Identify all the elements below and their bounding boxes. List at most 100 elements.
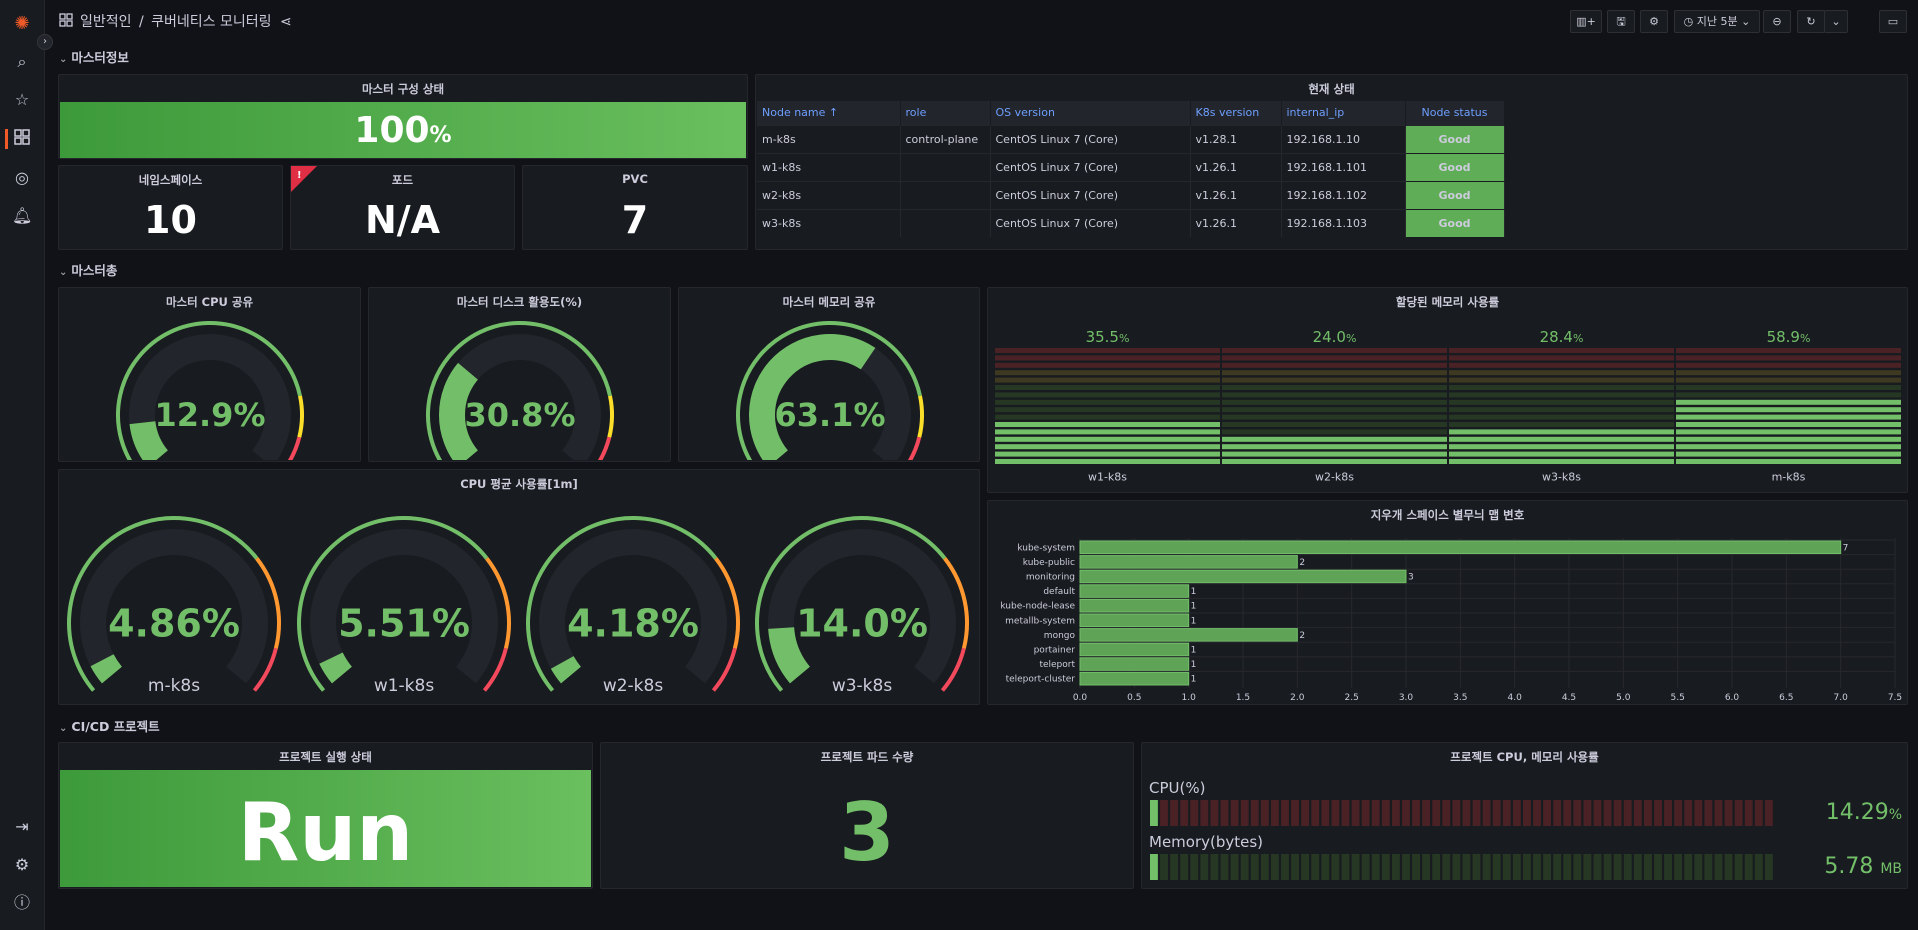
lcd-cell — [1764, 800, 1773, 826]
cell-role: control-plane — [900, 124, 991, 153]
lcd-cell — [1654, 854, 1662, 880]
explore-compass-icon[interactable]: ◎ — [12, 168, 32, 188]
lcd-cell — [1321, 854, 1330, 880]
panel-master-cpu[interactable]: 마스터 CPU 공유 12.9% — [58, 287, 361, 462]
panel-master-status[interactable]: 마스터 구성 상태 100% — [58, 74, 748, 159]
memory-bar-segment — [1222, 436, 1447, 442]
cell-role — [900, 152, 991, 181]
panel-namespace-bar-chart[interactable]: 지우개 스페이스 별무늬 맵 변호 0.0 0.5 1.0 1.5 2.0 2.5 3.0 3… — [987, 500, 1908, 705]
panel-project-run[interactable]: 프로젝트 실행 상태 Run — [58, 742, 593, 889]
memory-bar-name: w3-k8s — [1542, 470, 1581, 483]
row-master-total-title: 마스터총 — [71, 263, 118, 278]
bar-value-label: 1 — [1191, 646, 1197, 656]
memory-bar-segment — [995, 459, 1220, 464]
lcd-cell — [1533, 854, 1541, 880]
gauge-threshold-band — [607, 395, 614, 438]
lcd-cell — [1482, 800, 1491, 826]
cell-k8s-version: v1.26.1 — [1190, 208, 1282, 237]
dashboards-grid-icon — [59, 13, 73, 30]
memory-value-display: 5.78 MB — [1782, 854, 1902, 879]
lcd-cell — [1371, 800, 1380, 826]
memory-bar-segment — [1676, 385, 1901, 390]
lcd-cell — [1442, 800, 1451, 826]
grafana-logo-icon[interactable]: ✺ — [12, 14, 32, 34]
sign-in-icon[interactable]: ⇥ — [12, 817, 32, 837]
cell-node-status: Good — [1404, 124, 1505, 154]
memory-bar-segment — [995, 451, 1220, 457]
gauge-threshold-band — [297, 395, 304, 438]
y-category-label: portainer — [1034, 646, 1076, 656]
lcd-cell — [1603, 854, 1612, 880]
panel-master-disk[interactable]: 마스터 디스크 활용도(%) 30.8% — [368, 287, 671, 462]
memory-bar-segment — [995, 348, 1220, 353]
chevron-down-icon: ⌄ — [59, 267, 68, 278]
memory-bar-segment — [1676, 348, 1901, 353]
lcd-cell — [1150, 854, 1158, 880]
help-icon[interactable]: ⓘ — [12, 893, 32, 913]
panel-project-usage[interactable]: 프로젝트 CPU, 메모리 사용률 CPU(%) 14.29% Memory(b… — [1141, 742, 1908, 889]
memory-bar-segment — [1676, 444, 1901, 450]
panel-namespace[interactable]: 네임스페이스 10 — [58, 165, 283, 250]
panel-project-pods[interactable]: 프로젝트 파드 수량 3 — [600, 742, 1134, 889]
search-icon[interactable]: ⌕ — [12, 52, 32, 72]
row-cicd[interactable]: ⌄ CI/CD 프로젝트 — [59, 716, 160, 735]
star-icon[interactable]: ☆ — [12, 90, 32, 110]
breadcrumb-folder[interactable]: 일반적인 — [80, 14, 132, 30]
memory-bar-segment — [995, 392, 1220, 398]
lcd-cell — [1381, 800, 1390, 826]
memory-bar-segment — [1676, 377, 1901, 383]
breadcrumb-dashboard[interactable]: 쿠버네티스 모니터링 — [151, 14, 271, 30]
panel-master-memory[interactable]: 마스터 메모리 공유 63.1% — [678, 287, 980, 462]
alerting-bell-icon[interactable]: 🔔︎ — [12, 206, 32, 226]
panel-title: 프로젝트 실행 상태 — [279, 750, 372, 764]
bar — [1079, 540, 1842, 555]
x-tick-label: 5.5 — [1671, 693, 1685, 703]
x-tick-label: 1.0 — [1182, 693, 1197, 703]
refresh-interval-chevron-icon[interactable]: ⌄ — [1824, 10, 1848, 33]
column-header-node-status[interactable]: Node status — [1405, 101, 1505, 125]
column-header-internal-ip[interactable]: internal_ip — [1281, 101, 1406, 125]
column-header-os-version[interactable]: OS version — [990, 101, 1191, 125]
panel-allocated-memory[interactable]: 할당된 메모리 사용률 35.5% w1-k8s 24.0% w2-k8s 28.4% w… — [987, 287, 1908, 493]
lcd-cell — [1260, 854, 1269, 880]
memory-bar-segment — [1449, 444, 1674, 450]
lcd-cell — [1462, 800, 1471, 826]
add-panel-button[interactable]: ▥+ — [1570, 10, 1602, 33]
refresh-icon[interactable]: ↻ — [1797, 10, 1825, 33]
tv-mode-icon[interactable]: ▭ — [1879, 10, 1907, 33]
bar-value-label: 2 — [1299, 558, 1305, 568]
panel-pod[interactable]: ! 포드 N/A — [290, 165, 515, 250]
lcd-cell — [1583, 854, 1592, 880]
memory-bar-value: 58.9% — [1767, 328, 1811, 346]
memory-bar-segment — [1449, 385, 1674, 390]
x-tick-label: 2.0 — [1290, 693, 1305, 703]
gauge-node-name: m-k8s — [148, 676, 200, 696]
column-header-role[interactable]: role — [900, 101, 991, 125]
column-header-k8s-version[interactable]: K8s version — [1190, 101, 1282, 125]
project-pods-value: 3 — [839, 786, 895, 879]
lcd-cell — [1492, 854, 1501, 880]
memory-bar-segment — [1222, 399, 1447, 405]
gauge-value-label: 5.51% — [338, 601, 470, 645]
panel-cpu-average[interactable]: CPU 평균 사용률[1m] 4.86% m-k8s 5.51% w1-k8s 4.… — [58, 469, 980, 705]
memory-bar-segment — [1676, 362, 1901, 368]
zoom-out-icon[interactable]: ⊖ — [1763, 10, 1791, 33]
panel-pvc[interactable]: PVC 7 — [522, 165, 748, 250]
dashboard-settings-icon[interactable]: ⚙ — [1640, 10, 1668, 33]
lcd-cell — [1472, 854, 1481, 880]
lcd-cell — [1583, 800, 1592, 826]
column-header-node-name[interactable]: Node name ↑ — [757, 101, 901, 125]
row-master-total[interactable]: ⌄ 마스터총 — [59, 260, 117, 279]
lcd-cell — [1674, 800, 1683, 826]
lcd-cell — [1160, 800, 1168, 826]
share-icon[interactable]: ⋖ — [280, 14, 292, 30]
settings-gear-icon[interactable]: ⚙ — [12, 855, 32, 875]
save-icon[interactable]: 🖫︎ — [1607, 10, 1635, 33]
y-category-label: monitoring — [1026, 573, 1075, 583]
time-range-picker[interactable]: ◷ 지난 5분 ⌄ — [1674, 10, 1760, 33]
lcd-cell — [1502, 800, 1511, 826]
chevron-down-icon: ⌄ — [1741, 15, 1751, 28]
dashboards-icon[interactable] — [12, 129, 32, 149]
panel-current-status[interactable]: 현재 상태 Node name ↑ role OS version K8s ve… — [755, 74, 1908, 250]
row-master-info[interactable]: ⌄ 마스터정보 — [59, 47, 129, 66]
